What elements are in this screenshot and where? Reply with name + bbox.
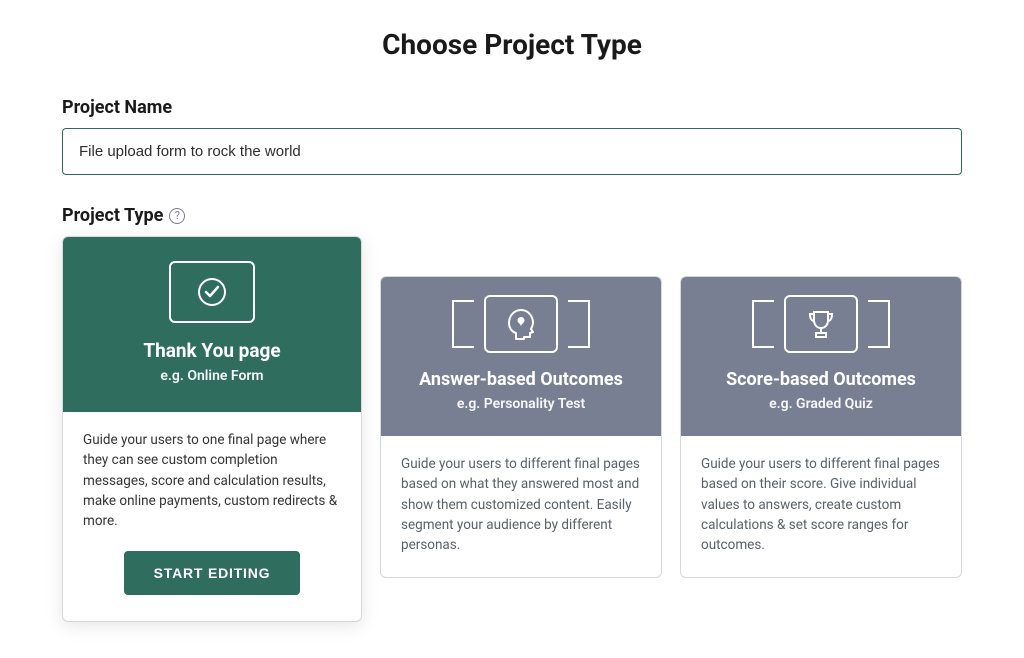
card-thank-you-header: Thank You page e.g. Online Form xyxy=(63,237,361,412)
card-score-outcomes-header: Score-based Outcomes e.g. Graded Quiz xyxy=(681,277,961,436)
start-editing-button[interactable]: START EDITING xyxy=(124,551,301,595)
card-thank-you-body: Guide your users to one final page where… xyxy=(63,412,361,621)
card-score-outcomes[interactable]: Score-based Outcomes e.g. Graded Quiz Gu… xyxy=(680,276,962,578)
project-name-input[interactable] xyxy=(62,128,962,175)
card-score-outcomes-subtitle: e.g. Graded Quiz xyxy=(769,396,873,412)
card-thank-you-description: Guide your users to one final page where… xyxy=(83,430,341,531)
page-title: Choose Project Type xyxy=(62,28,962,61)
card-thank-you-title: Thank You page xyxy=(143,339,280,362)
project-type-cards: Thank You page e.g. Online Form Guide yo… xyxy=(62,236,962,622)
card-answer-outcomes-header: Answer-based Outcomes e.g. Personality T… xyxy=(381,277,661,436)
card-answer-outcomes-title: Answer-based Outcomes xyxy=(419,369,623,390)
project-name-label: Project Name xyxy=(62,97,962,118)
help-icon[interactable]: ? xyxy=(169,208,185,224)
trophy-icon xyxy=(752,295,890,353)
project-type-label-text: Project Type xyxy=(62,205,163,226)
card-thank-you[interactable]: Thank You page e.g. Online Form Guide yo… xyxy=(62,236,362,622)
card-answer-outcomes-subtitle: e.g. Personality Test xyxy=(457,396,585,412)
project-name-label-text: Project Name xyxy=(62,97,172,118)
card-score-outcomes-body: Guide your users to different final page… xyxy=(681,436,961,577)
card-thank-you-subtitle: e.g. Online Form xyxy=(160,368,263,384)
card-score-outcomes-description: Guide your users to different final page… xyxy=(701,454,941,555)
card-score-outcomes-title: Score-based Outcomes xyxy=(726,369,916,390)
card-answer-outcomes[interactable]: Answer-based Outcomes e.g. Personality T… xyxy=(380,276,662,578)
project-type-label: Project Type ? xyxy=(62,205,962,226)
persona-head-icon xyxy=(452,295,590,353)
card-answer-outcomes-description: Guide your users to different final page… xyxy=(401,454,641,555)
checkmark-screen-icon xyxy=(169,261,255,323)
card-answer-outcomes-body: Guide your users to different final page… xyxy=(381,436,661,577)
